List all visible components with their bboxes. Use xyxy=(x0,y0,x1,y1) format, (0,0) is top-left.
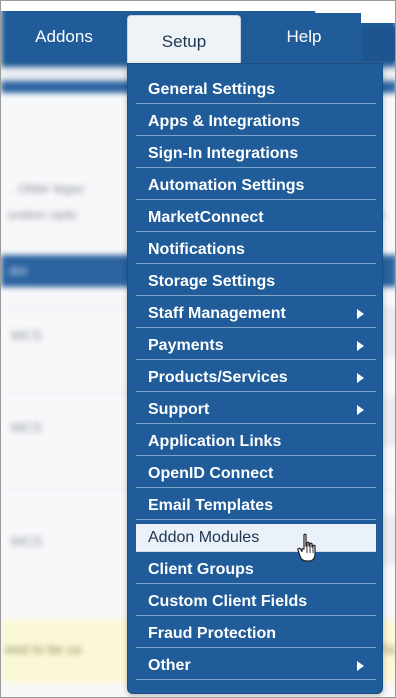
hand-pointer-icon xyxy=(297,533,316,562)
menu-item-label: Payments xyxy=(148,336,224,354)
nav-extra-item[interactable] xyxy=(363,27,395,61)
menu-item-notifications[interactable]: Notifications xyxy=(136,236,376,264)
menu-item-label: Client Groups xyxy=(148,560,254,578)
menu-item-label: General Settings xyxy=(148,80,276,98)
menu-item-client-groups[interactable]: Client Groups xyxy=(136,556,376,584)
menu-item-label: Storage Settings xyxy=(148,272,276,290)
menu-item-label: Automation Settings xyxy=(148,176,305,194)
bg-description-line-2: uration optic xyxy=(7,207,78,222)
menu-item-apps-integrations[interactable]: Apps & Integrations xyxy=(136,108,376,136)
menu-item-automation-settings[interactable]: Automation Settings xyxy=(136,172,376,200)
menu-item-sign-in-integrations[interactable]: Sign-In Integrations xyxy=(136,140,376,168)
bg-notice-text: eed to be us xyxy=(5,641,83,657)
menu-item-label: Notifications xyxy=(148,240,245,258)
caret-right-icon xyxy=(357,404,364,415)
menu-item-label: Other xyxy=(148,656,191,674)
caret-right-icon xyxy=(357,340,364,351)
caret-right-icon xyxy=(357,308,364,319)
menu-item-label: OpenID Connect xyxy=(148,464,274,482)
screenshot-frame: . Older legac r uration optic re dor MCS… xyxy=(0,0,396,698)
menu-item-label: Products/Services xyxy=(148,368,288,386)
bg-description-line-1: . Older legac xyxy=(11,181,85,196)
menu-item-other[interactable]: Other xyxy=(136,652,376,680)
menu-item-support[interactable]: Support xyxy=(136,396,376,424)
menu-item-general-settings[interactable]: General Settings xyxy=(136,76,376,104)
top-navigation: Addons Help Setup xyxy=(1,1,395,67)
nav-help[interactable]: Help xyxy=(247,13,361,61)
menu-item-email-templates[interactable]: Email Templates xyxy=(136,492,376,520)
menu-item-storage-settings[interactable]: Storage Settings xyxy=(136,268,376,296)
menu-item-marketconnect[interactable]: MarketConnect xyxy=(136,204,376,232)
nav-addons[interactable]: Addons xyxy=(7,13,121,61)
caret-right-icon xyxy=(357,372,364,383)
menu-item-fraud-protection[interactable]: Fraud Protection xyxy=(136,620,376,648)
menu-item-products-services[interactable]: Products/Services xyxy=(136,364,376,392)
menu-item-label: Application Links xyxy=(148,432,282,450)
bg-table-cell: MCS xyxy=(11,533,43,549)
bg-table-header-label: dor xyxy=(9,263,28,278)
menu-item-addon-modules[interactable]: Addon Modules xyxy=(136,524,376,552)
menu-item-openid-connect[interactable]: OpenID Connect xyxy=(136,460,376,488)
menu-item-label: Custom Client Fields xyxy=(148,592,308,610)
menu-item-staff-management[interactable]: Staff Management xyxy=(136,300,376,328)
menu-item-label: Fraud Protection xyxy=(148,624,277,642)
setup-menu-list: General Settings Apps & Integrations Sign-… xyxy=(128,64,382,693)
caret-right-icon xyxy=(357,660,364,671)
menu-item-payments[interactable]: Payments xyxy=(136,332,376,360)
menu-item-custom-client-fields[interactable]: Custom Client Fields xyxy=(136,588,376,616)
menu-item-label: Apps & Integrations xyxy=(148,112,301,130)
menu-item-label: MarketConnect xyxy=(148,208,264,226)
menu-item-label: Email Templates xyxy=(148,496,274,514)
bg-table-cell: MCS xyxy=(11,419,43,435)
menu-item-label: Sign-In Integrations xyxy=(148,144,299,162)
menu-item-label: Support xyxy=(148,400,210,418)
menu-item-label: Staff Management xyxy=(148,304,286,322)
nav-setup[interactable]: Setup xyxy=(127,15,241,67)
menu-item-label: Addon Modules xyxy=(148,528,260,546)
menu-item-application-links[interactable]: Application Links xyxy=(136,428,376,456)
setup-dropdown-menu: General Settings Apps & Integrations Sign-… xyxy=(127,63,383,694)
bg-table-cell: MCS xyxy=(11,327,43,343)
